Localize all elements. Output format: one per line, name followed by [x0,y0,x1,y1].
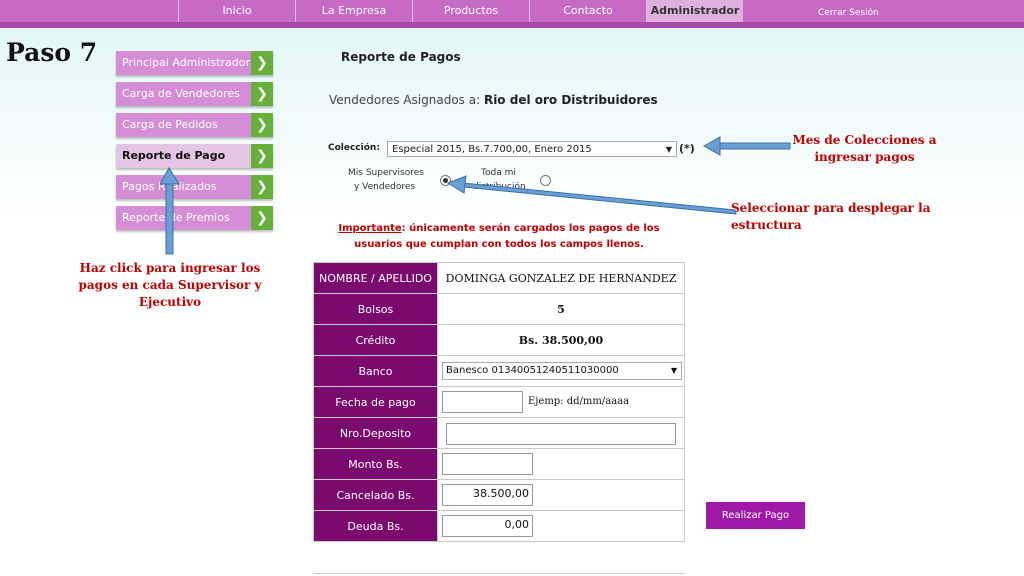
menu-label: Carga de Vendedores [122,87,240,100]
radio-distribucion[interactable] [540,175,551,186]
monto-label: Monto Bs. [313,448,438,480]
chevron-right-icon: ❯ [251,206,273,230]
deposito-input[interactable] [446,423,676,445]
menu-label: Principal Administrador [122,56,251,69]
cancelado-cell: 38.500,00 [437,479,685,511]
nav-contacto[interactable]: Contacto [529,0,646,22]
arrow-left-icon [702,136,791,156]
annotation-seleccionar: Seleccionar para desplegar la estructura [731,201,931,232]
fecha-hint: Ejemp: dd/mm/aaaa [528,396,630,407]
menu-label: Reporte de Premios [122,211,230,224]
radio-supervisores[interactable] [440,175,451,186]
coleccion-select[interactable]: Especial 2015, Bs.7.700,00, Enero 2015 ▼ [387,141,677,157]
radio-supervisores-label: Mis Supervisores y Vendedores [348,166,424,194]
chevron-right-icon: ❯ [251,51,273,75]
nav-inicio[interactable]: Inicio [178,0,295,22]
radio-label-line: y Vendedores [354,182,416,192]
cancelado-label: Cancelado Bs. [313,479,438,511]
deuda-input[interactable]: 0,00 [442,515,533,537]
banco-cell: Banesco 01340051240511030000 ▼ [437,355,685,387]
table-row: Deuda Bs. 0,00 [313,510,685,542]
menu-label: Carga de Pedidos [122,118,218,131]
caret-down-icon: ▼ [670,366,677,375]
menu-label: Reporte de Pago [122,149,226,162]
radio-label-line: Mis Supervisores [348,168,424,178]
menu-carga-pedidos[interactable]: Carga de Pedidos ❯ [116,113,273,137]
coleccion-label: Colección: [328,143,380,153]
deuda-cell: 0,00 [437,510,685,542]
table-row: Banco Banesco 01340051240511030000 ▼ [313,355,685,387]
credito-label: Crédito [313,324,438,356]
table-row: Crédito Bs. 38.500,00 [313,324,685,356]
monto-cell [437,448,685,480]
bolsos-label: Bolsos [313,293,438,325]
banco-value: Banesco 01340051240511030000 [446,365,619,376]
nav-administrador[interactable]: Administrador [646,0,743,22]
payment-form-table: NOMBRE / APELLIDO DOMINGA GONZALEZ DE HE… [313,262,685,542]
deposito-cell [437,417,685,449]
deuda-label: Deuda Bs. [313,510,438,542]
radio-distribucion-label: Toda mi distribución [473,166,526,194]
menu-reporte-pago[interactable]: Reporte de Pago ❯ [116,144,273,168]
top-nav-bar: Inicio La Empresa Productos Contacto Adm… [0,0,1024,22]
caret-down-icon: ▼ [665,145,672,154]
chevron-right-icon: ❯ [251,175,273,199]
table-row: NOMBRE / APELLIDO DOMINGA GONZALEZ DE HE… [313,262,685,294]
fecha-input[interactable] [442,391,523,413]
menu-principal-administrador[interactable]: Principal Administrador ❯ [116,51,273,75]
required-mark: (*) [679,142,695,155]
top-nav-stripe [0,22,1024,28]
assigned-name: Rio del oro Distribuidores [483,93,658,107]
annotation-click: Haz click para ingresar los pagos en cad… [78,261,262,309]
menu-carga-vendedores[interactable]: Carga de Vendedores ❯ [116,82,273,106]
table-row: Cancelado Bs. 38.500,00 [313,479,685,511]
divider [313,573,685,574]
banco-label: Banco [313,355,438,387]
nombre-label: NOMBRE / APELLIDO [313,262,438,294]
fecha-label: Fecha de pago [313,386,438,418]
radio-label-line: Toda mi [481,168,516,178]
coleccion-value: Especial 2015, Bs.7.700,00, Enero 2015 [392,144,592,155]
chevron-right-icon: ❯ [251,144,273,168]
table-row: Fecha de pago Ejemp: dd/mm/aaaa [313,386,685,418]
table-row: Bolsos 5 [313,293,685,325]
cancelado-input[interactable]: 38.500,00 [442,484,533,506]
assigned-heading: Vendedores Asignados a: Rio del oro Dist… [329,93,658,107]
logout-link[interactable]: Cerrar Sesión [818,2,879,24]
monto-input[interactable] [442,453,533,475]
menu-label: Pagos Realizados [122,180,217,193]
realizar-pago-button[interactable]: Realizar Pago [706,502,805,529]
bolsos-value: 5 [437,293,685,325]
fecha-cell: Ejemp: dd/mm/aaaa [437,386,685,418]
table-row: Nro.Deposito [313,417,685,449]
radio-label-line: distribución [473,182,526,192]
assigned-prefix: Vendedores Asignados a: [329,93,484,107]
banco-select[interactable]: Banesco 01340051240511030000 ▼ [442,362,682,380]
nav-productos[interactable]: Productos [412,0,529,22]
chevron-right-icon: ❯ [251,113,273,137]
deposito-label: Nro.Deposito [313,417,438,449]
nav-la-empresa[interactable]: La Empresa [295,0,412,22]
chevron-right-icon: ❯ [251,82,273,106]
menu-reporte-premios[interactable]: Reporte de Premios ❯ [116,206,273,230]
annotation-colecciones: Mes de Colecciones a ingresar pagos [792,133,937,164]
step-title: Paso 7 [6,38,98,67]
table-row: Monto Bs. [313,448,685,480]
menu-pagos-realizados[interactable]: Pagos Realizados ❯ [116,175,273,199]
credito-value: Bs. 38.500,00 [437,324,685,356]
report-title: Reporte de Pagos [341,50,461,64]
importante-label: Importante [338,223,402,234]
importante-notice: Importante: únicamente serán cargados lo… [313,221,685,253]
nombre-value: DOMINGA GONZALEZ DE HERNANDEZ [437,262,685,294]
